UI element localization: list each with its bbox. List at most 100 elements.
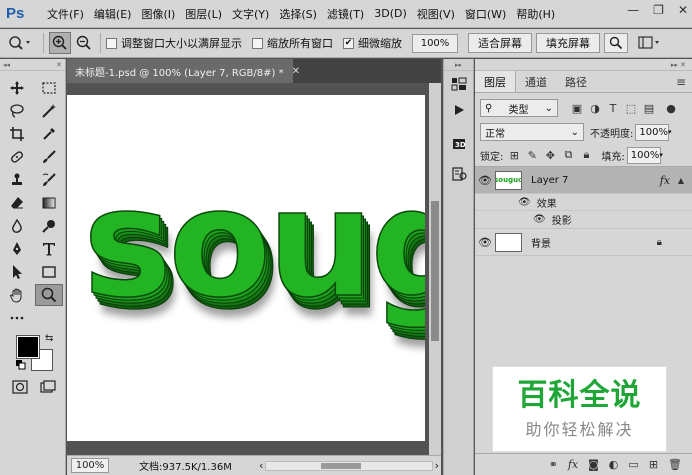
menu-select[interactable]: 选择(S) [274,0,322,28]
new-group-icon[interactable]: ▭ [628,458,638,471]
canvas-vertical-scrollbar[interactable] [429,83,441,455]
tool-preset-picker[interactable] [4,32,38,54]
visibility-eye-icon[interactable]: 👁︎ [475,236,495,249]
filter-smart-object-icon[interactable]: ▤ [640,102,658,115]
minimize-button[interactable]: — [627,3,639,17]
tab-layers[interactable]: 图层 [475,71,516,92]
quick-mask-button[interactable] [12,380,28,397]
effects-eye-icon[interactable]: 👁︎ [518,197,531,208]
quick-select-tool[interactable] [35,100,63,122]
filter-toggle-icon[interactable]: ● [662,102,680,115]
eyedropper-tool[interactable] [35,123,63,145]
scroll-right-icon[interactable]: › [435,459,439,472]
3d-panel-button[interactable]: 3D [444,131,473,157]
scrubby-zoom-option[interactable]: ✔ 细微缩放 [343,35,402,51]
new-layer-icon[interactable]: ⊞ [649,458,658,471]
link-layers-icon[interactable]: ⚭ [549,458,558,471]
lasso-tool[interactable] [3,100,31,122]
add-style-icon[interactable]: fx [568,458,578,471]
document-canvas[interactable]: soug soug soug soug soug soug [67,95,425,441]
type-tool[interactable] [35,238,63,260]
menu-edit[interactable]: 编辑(E) [89,0,137,28]
tab-channels[interactable]: 通道 [516,71,556,92]
brush-tool[interactable] [35,146,63,168]
vertical-scroll-thumb[interactable] [431,201,439,341]
lock-all-icon[interactable]: 🔒︎ [577,148,595,162]
scroll-left-icon[interactable]: ‹ [259,459,263,472]
horizontal-scroll-thumb[interactable] [321,462,362,469]
document-tab[interactable]: 未标题-1.psd @ 100% (Layer 7, RGB/8#) * ✕ [67,59,300,83]
resize-windows-option[interactable]: 调整窗口大小以满屏显示 [106,35,242,51]
gradient-tool[interactable] [35,192,63,214]
zoom-out-button[interactable] [73,32,95,54]
canvas-horizontal-scrollbar[interactable]: ‹ › [259,459,439,472]
filter-pixel-icon[interactable]: ▣ [568,102,586,115]
rectangle-tool[interactable] [35,261,63,283]
canvas-area[interactable]: soug soug soug soug soug soug [67,83,429,445]
restore-button[interactable]: ❐ [653,3,664,17]
close-document-icon[interactable]: ✕ [292,66,300,77]
fill-screen-button[interactable]: 填充屏幕 [536,33,600,53]
healing-brush-tool[interactable] [3,146,31,168]
resize-windows-checkbox[interactable] [106,37,117,49]
layer-name[interactable]: Layer 7 [531,175,568,186]
path-selection-tool[interactable] [3,261,31,283]
document-size-info[interactable]: 文档:937.5K/1.36M [139,458,232,473]
blend-mode-select[interactable]: 正常 ⌄ [480,123,584,141]
marquee-tool[interactable] [35,77,63,99]
photoshop-logo[interactable]: Ps [6,5,28,23]
filter-type-icon[interactable]: T [604,102,622,115]
menu-window[interactable]: 窗口(W) [460,0,511,28]
layer-effects-icon[interactable]: fx [660,174,670,187]
drop-shadow-eye-icon[interactable]: 👁︎ [533,214,546,225]
effects-row[interactable]: 👁︎ 效果 [475,194,692,211]
dodge-tool[interactable] [35,215,63,237]
history-panel-button[interactable] [444,71,473,97]
opacity-field[interactable]: 100% ▾ [635,123,671,141]
lock-pixels-icon[interactable]: ✎ [523,149,541,162]
layer-name[interactable]: 背景 [531,235,551,250]
fit-screen-button[interactable]: 适合屏幕 [468,33,532,53]
menu-filter[interactable]: 滤镜(T) [322,0,369,28]
add-mask-icon[interactable]: ◙ [588,458,599,471]
menu-3d[interactable]: 3D(D) [369,0,412,28]
tools-panel-header[interactable]: ◂◂ ✕ [0,59,65,71]
menu-view[interactable]: 视图(V) [412,0,460,28]
close-button[interactable]: ✕ [678,3,688,17]
lock-position-icon[interactable]: ✥ [541,149,559,162]
search-button[interactable] [604,33,628,53]
zoom-all-checkbox[interactable] [252,37,263,49]
zoom-tool[interactable] [35,284,63,306]
menu-type[interactable]: 文字(Y) [227,0,274,28]
pen-tool[interactable] [3,238,31,260]
screen-mode-button[interactable] [40,380,56,397]
swap-colors-icon[interactable]: ⇆ [45,333,53,344]
visibility-eye-icon[interactable]: 👁︎ [475,174,495,187]
layers-panel-header[interactable]: ▸▸ ✕ [475,59,692,71]
menu-help[interactable]: 帮助(H) [511,0,560,28]
filter-adjustment-icon[interactable]: ◑ [586,102,604,115]
scrubby-zoom-checkbox[interactable]: ✔ [343,37,354,49]
new-adjustment-icon[interactable]: ◐ [609,458,619,471]
tab-paths[interactable]: 路径 [556,71,596,92]
zoom-in-button[interactable] [49,32,71,54]
filter-shape-icon[interactable]: ⬚ [622,102,640,115]
foreground-color-swatch[interactable] [16,335,40,359]
default-colors-icon[interactable] [16,360,26,370]
edit-toolbar-button[interactable] [3,307,31,329]
filter-kind-select[interactable]: ⚲ 类型 ⌄ [480,99,558,117]
zoom-percent-field[interactable]: 100% [412,33,458,53]
lock-artboard-icon[interactable]: ⧉ [559,148,577,162]
lock-transparent-icon[interactable]: ⊞ [505,149,523,162]
menu-layer[interactable]: 图层(L) [180,0,227,28]
menu-image[interactable]: 图像(I) [136,0,180,28]
crop-tool[interactable] [3,123,31,145]
workspace-switcher[interactable] [636,32,664,54]
panel-menu-icon[interactable]: ≡ [676,75,686,89]
effect-drop-shadow-row[interactable]: 👁︎ 投影 [475,211,692,229]
blur-tool[interactable] [3,215,31,237]
menu-file[interactable]: 文件(F) [42,0,89,28]
layer-row-layer7[interactable]: 👁︎ souguo Layer 7 fx ▲ [475,167,692,194]
hand-tool[interactable] [3,284,31,306]
collapse-effects-icon[interactable]: ▲ [678,176,684,185]
